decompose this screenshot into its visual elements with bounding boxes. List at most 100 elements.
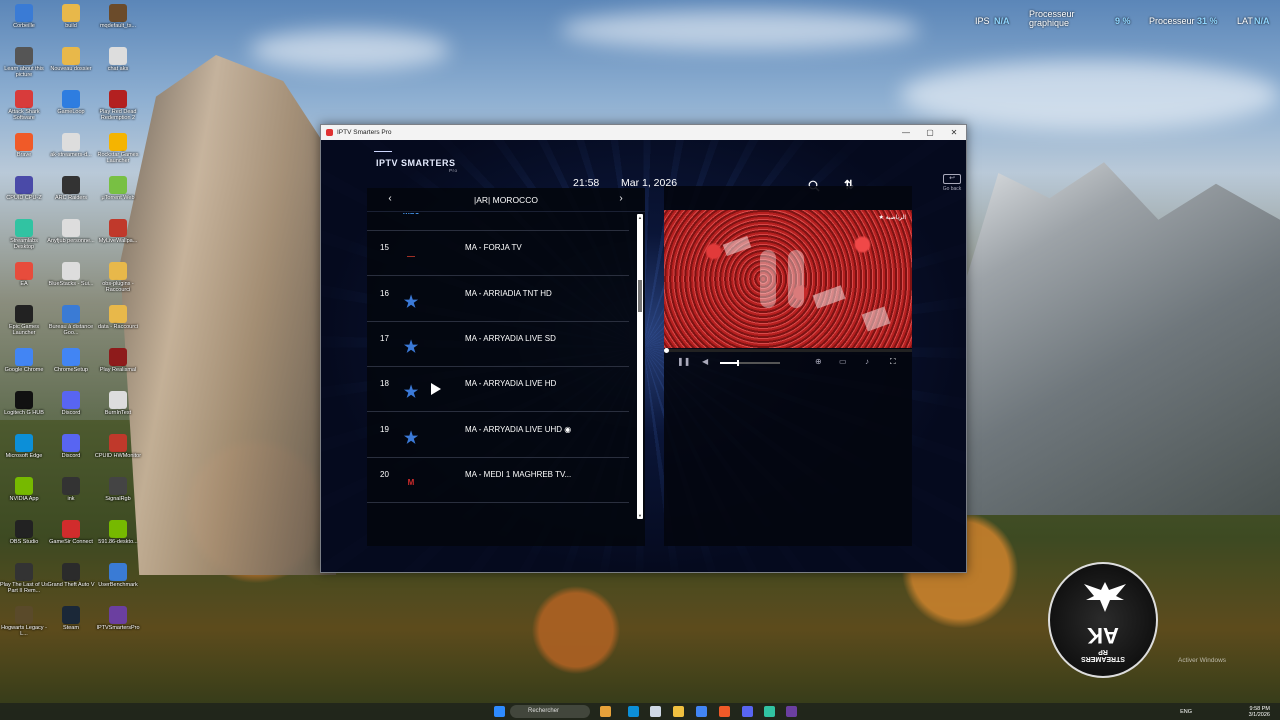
channel-row[interactable]: 18 ★ MA - ARRYADIA LIVE HD <box>367 367 629 413</box>
edge-icon[interactable] <box>628 706 639 717</box>
desktop-icon[interactable]: IPTVSmartersPro <box>94 606 142 632</box>
channel-row[interactable]: 14mbcMA - MBC 5 HD <box>367 213 629 231</box>
start-icon[interactable] <box>494 706 505 717</box>
desktop-icon[interactable]: GameSir Connect <box>47 520 95 546</box>
video-frame[interactable]: ★ الرياضية <box>664 210 912 348</box>
store-icon[interactable] <box>650 706 661 717</box>
volume-knob[interactable] <box>737 360 739 366</box>
desktop-icon[interactable]: Hogwarts Legacy - L... <box>0 606 48 638</box>
desktop-icon[interactable]: Brave <box>0 133 48 159</box>
desktop-icon[interactable]: chat aks <box>94 47 142 73</box>
app-icon <box>62 219 80 237</box>
desktop-icon[interactable]: BlueStacks - Sui... <box>47 262 95 288</box>
language-indicator[interactable]: ENG <box>1180 709 1192 715</box>
desktop-icon-label: obs-plugins - Raccourci <box>102 281 134 293</box>
desktop-icon-label: Discord <box>61 410 81 416</box>
streamlabs-icon[interactable] <box>764 706 775 717</box>
desktop-icon[interactable]: MyLiveWallpa... <box>94 219 142 245</box>
desktop-icon[interactable]: Discord <box>47 434 95 460</box>
close-button[interactable]: ✕ <box>942 125 966 140</box>
prev-category-icon[interactable]: ‹ <box>383 192 397 206</box>
desktop-icon[interactable]: Google Chrome <box>0 348 48 374</box>
desktop-icon[interactable]: 591.86-deskto... <box>94 520 142 546</box>
desktop-icon[interactable]: Nouveau dossier <box>47 47 95 73</box>
desktop-icon[interactable]: GameLoop <box>47 90 95 116</box>
desktop-icon[interactable]: obs-plugins - Raccourci <box>94 262 142 294</box>
maximize-button[interactable]: ▢ <box>918 125 942 140</box>
scrollbar-thumb[interactable] <box>638 280 642 312</box>
desktop-icon[interactable]: Corbeille <box>0 4 48 30</box>
window-titlebar[interactable]: IPTV Smarters Pro — ▢ ✕ <box>321 125 966 140</box>
desktop-icon[interactable]: NVIDIA App <box>0 477 48 503</box>
desktop-icon-label: CPUID HWMonitor <box>94 453 142 459</box>
desktop-icon[interactable]: ARC Raiders <box>47 176 95 202</box>
discord-icon[interactable] <box>742 706 753 717</box>
desktop-icon[interactable]: Streamlabs Desktop <box>0 219 48 251</box>
desktop-icon[interactable]: Rockstar Games Launcher <box>94 133 142 165</box>
desktop-icon[interactable]: Anyfjub personne... <box>47 219 95 245</box>
chrome-icon[interactable] <box>696 706 707 717</box>
desktop-icon[interactable]: mqdefault_ts... <box>94 4 142 30</box>
scrollbar[interactable]: ▲ ▼ <box>637 214 643 519</box>
volume-slider[interactable] <box>720 360 780 366</box>
desktop-icon[interactable]: Learn about this picture <box>0 47 48 79</box>
desktop-icon[interactable]: CPUID HWMonitor <box>94 434 142 460</box>
app-icon <box>15 606 33 624</box>
app-icon <box>109 348 127 366</box>
desktop-icon[interactable]: Play Realismal <box>94 348 142 374</box>
play-icon[interactable] <box>430 382 442 396</box>
desktop-icon[interactable]: build <box>47 4 95 30</box>
pause-overlay-icon[interactable] <box>760 250 806 308</box>
desktop-icon-label: 591.86-deskto... <box>98 539 138 545</box>
desktop-icon[interactable]: data - Raccourci <box>94 305 142 331</box>
desktop-icon[interactable]: OBS Studio <box>0 520 48 546</box>
channel-row[interactable]: 20 M MA - MEDI 1 MAGHREB TV... <box>367 458 629 503</box>
next-category-icon[interactable]: › <box>614 192 628 206</box>
explorer-icon[interactable] <box>673 706 684 717</box>
progress-bar[interactable] <box>664 348 912 353</box>
desktop-icon[interactable]: UserBenchmark <box>94 563 142 589</box>
taskbar-search[interactable]: Rechercher <box>510 705 590 718</box>
go-back-button[interactable]: ↩ Go back <box>941 174 963 196</box>
desktop-icon[interactable]: CPUID CPU-Z <box>0 176 48 202</box>
zoom-icon[interactable]: ⊕ <box>815 357 822 366</box>
scroll-down-icon[interactable]: ▼ <box>637 513 643 518</box>
desktop-icon[interactable]: ak-streamers-d... <box>47 133 95 159</box>
desktop-icon[interactable]: μTorrent Web <box>94 176 142 202</box>
audio-track-icon[interactable]: ♪ <box>865 357 869 366</box>
channel-logo-icon: ★ <box>403 338 419 356</box>
app-icon <box>62 520 80 538</box>
desktop-icon[interactable]: Play Red Dead Redemption 2 <box>94 90 142 122</box>
app-logo: IPTV SMARTERS Pro <box>374 151 457 173</box>
minimize-button[interactable]: — <box>894 125 918 140</box>
channel-row[interactable]: 19 ★ MA - ARRYADIA LIVE UHD ◉ <box>367 413 629 458</box>
widgets-icon[interactable] <box>600 706 611 717</box>
desktop-icon[interactable]: BurnInTest <box>94 391 142 417</box>
pip-icon[interactable]: ▭ <box>839 357 847 366</box>
desktop-icon[interactable]: ChromeSetup <box>47 348 95 374</box>
brave-icon[interactable] <box>719 706 730 717</box>
scroll-up-icon[interactable]: ▲ <box>637 215 643 220</box>
desktop-icon[interactable]: EA <box>0 262 48 288</box>
pause-icon[interactable]: ❚❚ <box>677 357 690 366</box>
fullscreen-icon[interactable]: ⛶ <box>890 357 896 367</box>
desktop-icon[interactable]: Grand Theft Auto V <box>47 563 95 589</box>
desktop-icon[interactable]: Microsoft Edge <box>0 434 48 460</box>
channel-row[interactable]: 15 — MA - FORJA TV <box>367 231 629 277</box>
desktop-icon-label: Corbeille <box>13 23 35 29</box>
desktop-icon[interactable]: Bureau à distance Goo... <box>47 305 95 337</box>
system-tray[interactable]: ENG 9:58 PM 3/1/2026 <box>1180 706 1270 718</box>
desktop-icon[interactable]: Epic Games Launcher <box>0 305 48 337</box>
desktop-icon[interactable]: ink <box>47 477 95 503</box>
desktop-icon[interactable]: Attack Shark Software <box>0 90 48 122</box>
desktop-icon[interactable]: SignalRgb <box>94 477 142 503</box>
desktop-icon[interactable]: Play The Last of Us Part II Rem... <box>0 563 48 595</box>
desktop-icon[interactable]: Discord <box>47 391 95 417</box>
channel-row[interactable]: 17 ★ MA - ARRYADIA LIVE SD <box>367 322 629 367</box>
progress-handle[interactable] <box>664 348 669 353</box>
desktop-icon[interactable]: Steam <box>47 606 95 632</box>
volume-icon[interactable]: ◀ <box>702 357 708 366</box>
channel-row[interactable]: 16 ★ MA - ARRIADIA TNT HD <box>367 277 629 322</box>
desktop-icon[interactable]: Logitech G HUB <box>0 391 48 417</box>
iptv-icon[interactable] <box>786 706 797 717</box>
